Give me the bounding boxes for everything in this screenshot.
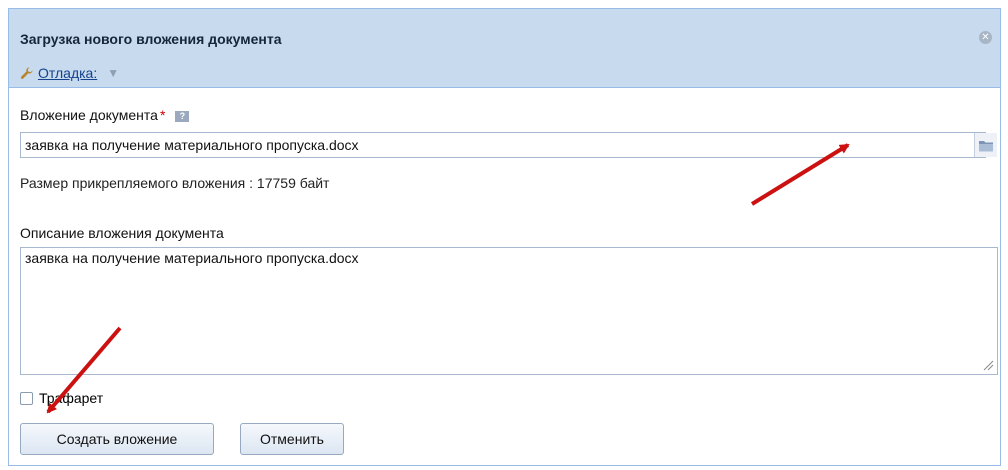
required-mark: * xyxy=(159,107,166,123)
dialog-title: Загрузка нового вложения документа xyxy=(20,31,282,47)
description-label: Описание вложения документа xyxy=(20,225,224,241)
upload-attachment-dialog: Загрузка нового вложения документа ✕ Отл… xyxy=(8,8,1001,466)
attachment-label: Вложение документа *? xyxy=(20,107,190,123)
template-checkbox[interactable] xyxy=(20,391,33,405)
dialog-header: Загрузка нового вложения документа ✕ Отл… xyxy=(9,9,1000,88)
debug-label: Отладка: xyxy=(38,65,98,81)
resize-grip-icon[interactable] xyxy=(982,359,994,371)
debug-menu[interactable]: Отладка: ▼ xyxy=(20,65,119,81)
attachment-file-input[interactable] xyxy=(20,132,986,158)
folder-icon xyxy=(979,140,993,151)
template-checkbox-label: Трафарет xyxy=(39,390,104,406)
help-icon[interactable]: ? xyxy=(175,111,190,122)
create-attachment-button[interactable]: Создать вложение xyxy=(20,423,214,455)
template-checkbox-row[interactable]: Трафарет xyxy=(20,390,103,406)
description-textarea[interactable]: заявка на получение материального пропус… xyxy=(20,247,998,375)
wrench-icon xyxy=(20,67,33,79)
chevron-down-icon: ▼ xyxy=(107,66,120,80)
cancel-button[interactable]: Отменить xyxy=(240,423,344,455)
close-icon[interactable]: ✕ xyxy=(979,31,992,44)
attachment-size-text: Размер прикрепляемого вложения : 17759 б… xyxy=(20,175,330,191)
folder-browse-button[interactable] xyxy=(974,133,997,157)
attachment-label-text: Вложение документа xyxy=(20,107,158,123)
